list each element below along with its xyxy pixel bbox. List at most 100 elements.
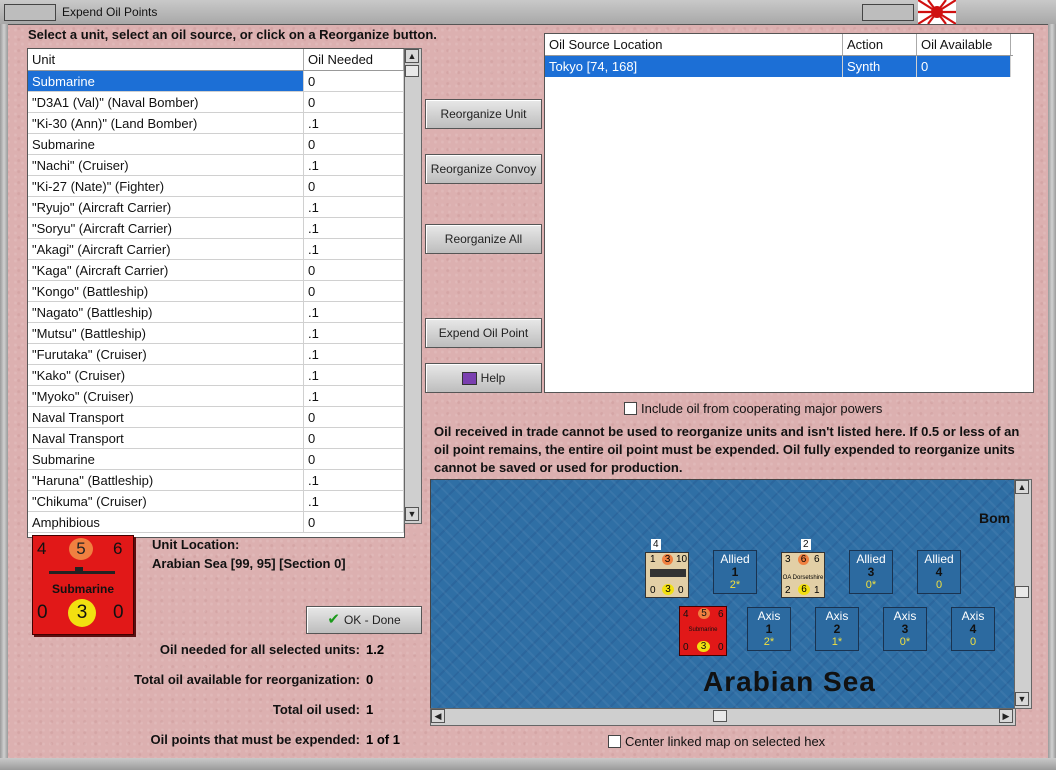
map-scroll-right-arrow-icon[interactable]: ▶ [999,709,1013,723]
axis-section-number: 2 [833,622,841,636]
unit-row[interactable]: Amphibious 0 [28,512,404,533]
oil-source-action-cell: Synth [843,56,917,77]
oil-points-expended-value: 1 of 1 [366,732,400,747]
counter-top-mid: 5 [69,538,93,560]
ok-done-button[interactable]: ✔ OK - Done [306,606,422,634]
oil-needed-cell: .1 [304,386,404,406]
unit-table[interactable]: Unit Oil Needed Submarine 0 "D3A1 (Val)" (… [27,48,405,538]
allied-section-4[interactable]: Allied 4 0 [917,550,961,594]
unit-row[interactable]: "Nagato" (Battleship) .1 [28,302,404,323]
unit-name-cell: "Soryu" (Aircraft Carrier) [28,218,304,238]
oil-needed-cell: 0 [304,449,404,469]
oil-needed-cell: .1 [304,302,404,322]
window-close-button[interactable] [862,4,914,21]
center-linked-map-checkbox[interactable] [608,735,621,749]
expend-oil-point-button[interactable]: Expend Oil Point [425,318,542,348]
column-header-oil-source-location[interactable]: Oil Source Location [545,34,843,55]
unit-row[interactable]: "Soryu" (Aircraft Carrier) .1 [28,218,404,239]
unit-row[interactable]: "Chikuma" (Cruiser) .1 [28,491,404,512]
unit-name-cell: "Kaga" (Aircraft Carrier) [28,260,304,280]
unit-row[interactable]: Naval Transport 0 [28,407,404,428]
include-cooperating-checkbox[interactable] [624,402,637,416]
map-horizontal-thumb[interactable] [713,710,727,722]
unit-row[interactable]: "Kako" (Cruiser) .1 [28,365,404,386]
unit-row[interactable]: "Mutsu" (Battleship) .1 [28,323,404,344]
unit-row[interactable]: "D3A1 (Val)" (Naval Bomber) 0 [28,92,404,113]
unit-name-cell: Submarine [28,449,304,469]
unit-row[interactable]: Submarine 0 [28,449,404,470]
window-frame-left [0,24,8,762]
reorganize-convoy-button[interactable]: Reorganize Convoy [425,154,542,184]
window-menu-button[interactable] [4,4,56,21]
ship1-bottom-mid: 3 [662,584,674,595]
map-horizontal-scrollbar[interactable]: ◀ ▶ [430,708,1016,726]
allied-section-number: 1 [731,565,739,579]
ok-done-label: OK - Done [343,613,401,627]
oil-needed-cell: .1 [304,344,404,364]
unit-name-cell: "Nagato" (Battleship) [28,302,304,322]
unit-row[interactable]: "Ryujo" (Aircraft Carrier) .1 [28,197,404,218]
sub-name: Submarine [688,627,718,633]
oil-needed-cell: .1 [304,113,404,133]
total-oil-available-label: Total oil available for reorganization: [134,672,360,687]
allied-section-value: 0 [935,579,943,591]
unit-row[interactable]: "Ki-30 (Ann)" (Land Bomber) .1 [28,113,404,134]
ship1-defense: 3 [662,554,673,565]
scroll-thumb[interactable] [405,65,419,77]
reorganize-all-button[interactable]: Reorganize All [425,224,542,254]
unit-row[interactable]: "Nachi" (Cruiser) .1 [28,155,404,176]
scroll-up-arrow-icon[interactable]: ▲ [405,49,419,63]
allied-section-value: 0* [865,579,877,591]
unit-row[interactable]: "Ki-27 (Nate)" (Fighter) 0 [28,176,404,197]
oil-source-row[interactable]: Tokyo [74, 168] Synth 0 [545,56,1011,77]
counter-bottom-mid: 3 [68,599,96,627]
unit-table-scrollbar[interactable]: ▲ ▼ [404,48,422,524]
map-vertical-thumb[interactable] [1015,586,1029,598]
stack-count-badge: 4 [651,539,661,550]
unit-row[interactable]: "Kongo" (Battleship) 0 [28,281,404,302]
unit-row[interactable]: "Akagi" (Aircraft Carrier) .1 [28,239,404,260]
column-header-oil-available[interactable]: Oil Available [917,34,1011,55]
unit-name-cell: "Kako" (Cruiser) [28,365,304,385]
axis-section-4[interactable]: Axis 4 0 [951,607,995,651]
column-header-action[interactable]: Action [843,34,917,55]
unit-row[interactable]: Submarine 0 [28,71,404,92]
axis-section-value: 1* [831,636,843,648]
sea-area-map[interactable]: 4 1 3 10 0 3 0 2 3 6 6 OA Dorsetshire 2 … [430,479,1016,709]
allied-section-3[interactable]: Allied 3 0* [849,550,893,594]
axis-section-1[interactable]: Axis 1 2* [747,607,791,651]
map-scroll-up-arrow-icon[interactable]: ▲ [1015,480,1029,494]
unit-row[interactable]: "Haruna" (Battleship) .1 [28,470,404,491]
scroll-down-arrow-icon[interactable]: ▼ [405,507,419,521]
allied-ship-counter-2[interactable]: 3 6 6 OA Dorsetshire 2 6 1 [781,552,825,598]
counter-bottom-left: 0 [37,602,48,623]
unit-row[interactable]: "Furutaka" (Cruiser) .1 [28,344,404,365]
oil-needed-cell: .1 [304,323,404,343]
help-button[interactable]: Help [425,363,542,393]
oil-source-table[interactable]: Oil Source Location Action Oil Available… [544,33,1034,393]
column-header-oil-needed[interactable]: Oil Needed [304,49,404,70]
column-header-unit[interactable]: Unit [28,49,304,70]
map-scroll-down-arrow-icon[interactable]: ▼ [1015,692,1029,706]
instruction-text: Select a unit, select an oil source, or … [28,27,437,42]
unit-name-cell: "Ryujo" (Aircraft Carrier) [28,197,304,217]
ship1-bottom-right: 0 [678,585,684,596]
unit-row[interactable]: "Myoko" (Cruiser) .1 [28,386,404,407]
axis-section-value: 2* [763,636,775,648]
allied-ship-counter-1[interactable]: 1 3 10 0 3 0 [645,552,689,598]
allied-section-1[interactable]: Allied 1 2* [713,550,757,594]
oil-needed-cell: 0 [304,71,404,91]
map-scroll-left-arrow-icon[interactable]: ◀ [431,709,445,723]
window-frame-right [1048,24,1056,762]
map-vertical-scrollbar[interactable]: ▲ ▼ [1014,479,1032,709]
reorganize-unit-button[interactable]: Reorganize Unit [425,99,542,129]
unit-row[interactable]: Naval Transport 0 [28,428,404,449]
center-linked-map-option[interactable]: Center linked map on selected hex [608,733,825,749]
include-cooperating-option[interactable]: Include oil from cooperating major power… [624,400,882,416]
axis-section-3[interactable]: Axis 3 0* [883,607,927,651]
submarine-map-counter[interactable]: 4 5 6 Submarine 0 3 0 [679,606,727,656]
axis-section-2[interactable]: Axis 2 1* [815,607,859,651]
unit-row[interactable]: Submarine 0 [28,134,404,155]
oil-table-header: Oil Source Location Action Oil Available [545,34,1013,56]
unit-row[interactable]: "Kaga" (Aircraft Carrier) 0 [28,260,404,281]
